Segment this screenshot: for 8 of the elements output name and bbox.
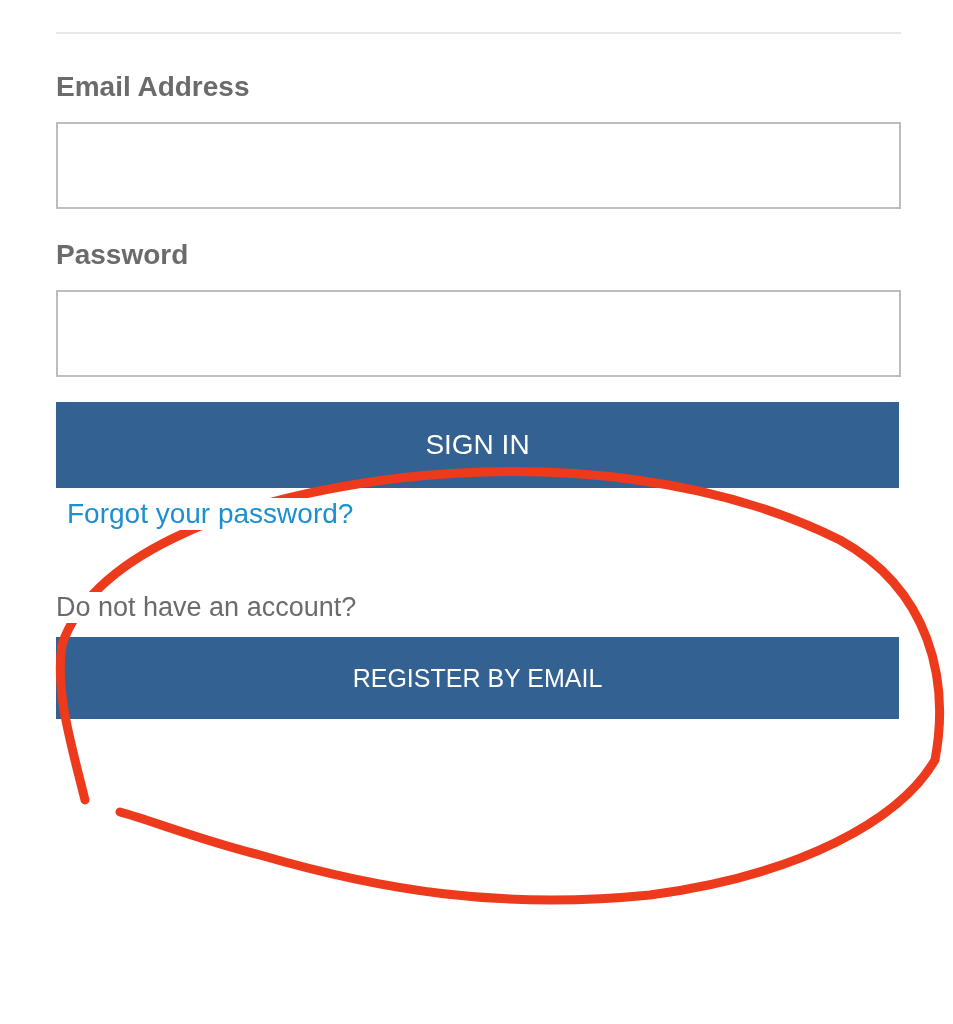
- no-account-text: Do not have an account?: [56, 592, 357, 623]
- register-button[interactable]: REGISTER BY EMAIL: [56, 637, 899, 719]
- input-field[interactable]: [56, 290, 901, 377]
- sign-in-button[interactable]: SIGN IN: [56, 402, 899, 488]
- forgot-password-link[interactable]: Forgot your password?: [67, 498, 354, 530]
- field-label: Email Address: [56, 71, 251, 104]
- input-field[interactable]: [56, 122, 901, 209]
- field-label: Password: [56, 239, 190, 272]
